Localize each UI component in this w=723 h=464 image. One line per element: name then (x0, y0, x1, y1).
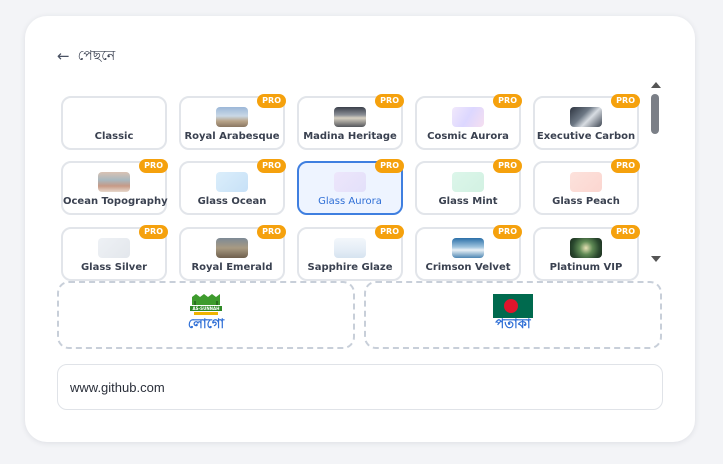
theme-name: Executive Carbon (536, 131, 636, 142)
theme-name: Glass Mint (438, 196, 498, 207)
theme-tile-madina-heritage[interactable]: Madina Heritage PRO (297, 94, 404, 150)
theme-thumbnail (452, 172, 484, 192)
theme-tile-platinum-vip[interactable]: Platinum VIP PRO (533, 225, 640, 281)
pro-badge: PRO (257, 94, 286, 108)
theme-name: Madina Heritage (303, 131, 397, 142)
theme-thumbnail (98, 107, 130, 127)
theme-tile-glass-ocean[interactable]: Glass Ocean PRO (179, 159, 286, 215)
theme-tile-glass-peach[interactable]: Glass Peach PRO (533, 159, 640, 215)
theme-thumbnail (334, 107, 366, 127)
pro-badge: PRO (257, 159, 286, 173)
theme-thumbnail (570, 238, 602, 258)
theme-name: Glass Peach (552, 196, 620, 207)
theme-name: Sapphire Glaze (307, 262, 393, 273)
pro-badge: PRO (375, 94, 404, 108)
theme-name: Glass Silver (80, 262, 148, 273)
back-label: পেছনে (77, 48, 116, 64)
theme-name: Platinum VIP (549, 262, 623, 273)
theme-thumbnail (216, 107, 248, 127)
theme-name: Crimson Velvet (425, 262, 511, 273)
theme-grid-scrollbar[interactable] (649, 80, 663, 264)
theme-name: Cosmic Aurora (427, 131, 509, 142)
theme-thumbnail (334, 172, 366, 192)
back-button[interactable]: ← পেছনে (57, 46, 115, 66)
pro-badge: PRO (611, 225, 640, 239)
theme-thumbnail (570, 172, 602, 192)
theme-tile-classic[interactable]: Classic (61, 96, 167, 150)
theme-tile-ocean-topography[interactable]: Ocean Topography PRO (61, 159, 168, 215)
flag-upload-zone[interactable]: পতাকা (364, 281, 662, 349)
theme-thumbnail (98, 172, 130, 192)
theme-name: Classic (94, 131, 134, 142)
theme-thumbnail (216, 172, 248, 192)
theme-tile-crimson-velvet[interactable]: Crimson Velvet PRO (415, 225, 522, 281)
theme-name: Royal Emerald (191, 262, 273, 273)
theme-tile-royal-arabesque[interactable]: Royal Arabesque PRO (179, 94, 286, 150)
pro-badge: PRO (493, 225, 522, 239)
theme-thumbnail (570, 107, 602, 127)
theme-tile-sapphire-glaze[interactable]: Sapphire Glaze PRO (297, 225, 404, 281)
theme-tile-cosmic-aurora[interactable]: Cosmic Aurora PRO (415, 94, 522, 150)
scroll-up-arrow-icon[interactable] (651, 82, 661, 88)
theme-thumbnail (452, 107, 484, 127)
theme-tile-glass-mint[interactable]: Glass Mint PRO (415, 159, 522, 215)
url-input[interactable] (57, 364, 663, 410)
pro-badge: PRO (375, 159, 404, 173)
theme-thumbnail (216, 238, 248, 258)
scroll-down-arrow-icon[interactable] (651, 256, 661, 262)
theme-name: Glass Aurora (318, 196, 382, 207)
logo-text: AS-SUNNAH (193, 306, 220, 311)
theme-thumbnail (334, 238, 366, 258)
pro-badge: PRO (139, 225, 168, 239)
arrow-left-icon: ← (57, 46, 70, 65)
pro-badge: PRO (493, 94, 522, 108)
theme-thumbnail (452, 238, 484, 258)
flag-upload-label: পতাকা (495, 317, 531, 332)
theme-name: Glass Ocean (197, 196, 267, 207)
theme-tile-executive-carbon[interactable]: Executive Carbon PRO (533, 94, 640, 150)
pro-badge: PRO (611, 94, 640, 108)
theme-picker-card: ← পেছনে Classic Royal Arabesque PRO Madina … (25, 16, 695, 442)
theme-name: Royal Arabesque (184, 131, 280, 142)
pro-badge: PRO (257, 225, 286, 239)
theme-grid: Classic Royal Arabesque PRO Madina Heritage… (61, 80, 649, 281)
logo-upload-label: লোগো (187, 317, 225, 332)
logo-image: AS-SUNNAH (188, 293, 224, 317)
pro-badge: PRO (139, 159, 168, 173)
logo-upload-zone[interactable]: AS-SUNNAH লোগো (57, 281, 355, 349)
theme-tile-glass-aurora[interactable]: Glass Aurora PRO (297, 159, 404, 215)
scroll-thumb[interactable] (651, 94, 659, 134)
theme-tile-glass-silver[interactable]: Glass Silver PRO (61, 225, 168, 281)
theme-name: Ocean Topography (63, 196, 168, 207)
pro-badge: PRO (493, 159, 522, 173)
pro-badge: PRO (611, 159, 640, 173)
pro-badge: PRO (375, 225, 404, 239)
theme-thumbnail (98, 238, 130, 258)
theme-tile-royal-emerald[interactable]: Royal Emerald PRO (179, 225, 286, 281)
